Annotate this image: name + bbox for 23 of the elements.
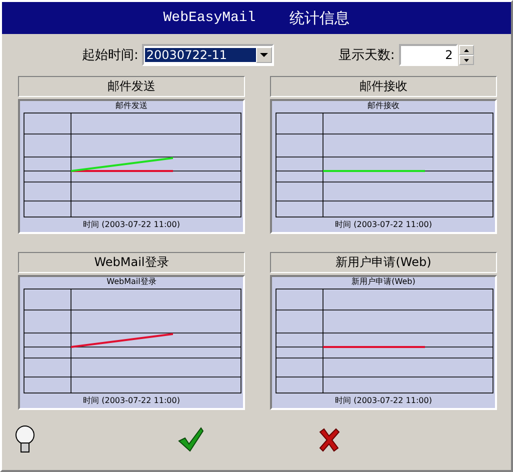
cross-icon[interactable] — [318, 428, 340, 452]
spin-up-icon[interactable] — [458, 45, 474, 55]
x-axis-label: 时间 (2003-07-22 11:00) — [83, 220, 180, 230]
chart-title: 新用户申请(Web) — [352, 277, 416, 287]
chart-title: 邮件接收 — [368, 101, 400, 111]
chart-header: 邮件接收 — [270, 76, 497, 97]
window-title: 统计信息 — [290, 8, 350, 28]
chart-title: 邮件发送 — [116, 101, 148, 111]
start-time-dropdown[interactable]: 20030722-11 — [142, 44, 274, 66]
chart-header: WebMail登录 — [18, 252, 245, 273]
days-label: 显示天数: — [338, 47, 395, 64]
chart-header: 新用户申请(Web) — [270, 252, 497, 273]
spin-down-icon[interactable] — [458, 55, 474, 65]
app-name: WebEasyMail — [163, 10, 256, 26]
chart-header: 邮件发送 — [18, 76, 245, 97]
chart-title: WebMail登录 — [106, 277, 156, 287]
lightbulb-icon[interactable] — [14, 425, 36, 455]
x-axis-label: 时间 (2003-07-22 11:00) — [335, 220, 432, 230]
checkmark-icon[interactable] — [178, 427, 204, 453]
days-input[interactable]: 2 — [398, 44, 458, 66]
x-axis-label: 时间 (2003-07-22 11:00) — [83, 396, 180, 406]
x-axis-label: 时间 (2003-07-22 11:00) — [335, 396, 432, 406]
start-time-label: 起始时间: — [82, 47, 138, 64]
